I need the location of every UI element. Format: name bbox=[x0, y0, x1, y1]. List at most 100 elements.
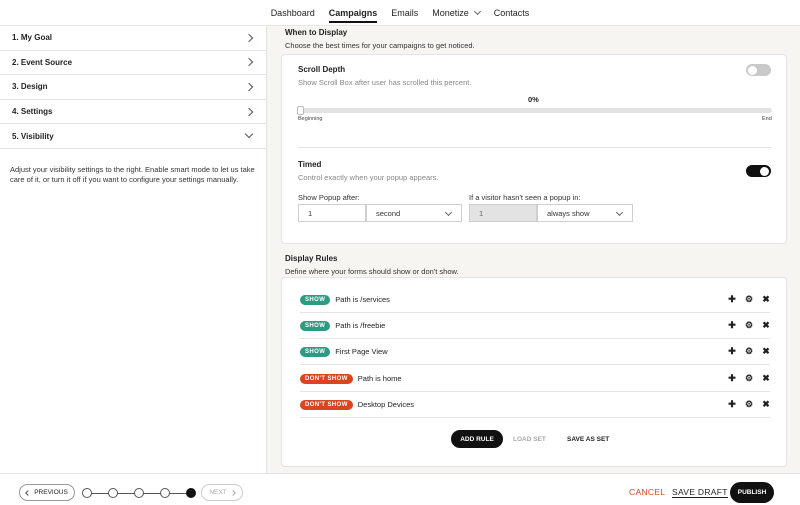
timed-toggle[interactable] bbox=[746, 165, 771, 177]
chevron-right-icon bbox=[229, 489, 236, 496]
timed-desc: Control exactly when your popup appears. bbox=[298, 173, 439, 182]
slider-handle[interactable] bbox=[297, 106, 304, 115]
step-my-goal[interactable]: 1. My Goal bbox=[0, 26, 266, 51]
scroll-depth-slider[interactable] bbox=[297, 106, 772, 115]
show-badge: SHOW bbox=[300, 294, 331, 305]
rule-actions: ✚ ⚙ ✖ bbox=[728, 374, 770, 383]
chevron-right-icon bbox=[244, 33, 254, 43]
previous-label: PREVIOUS bbox=[34, 489, 68, 496]
plus-icon[interactable]: ✚ bbox=[728, 321, 736, 330]
timed-title: Timed bbox=[298, 160, 322, 169]
rule-row: DON'T SHOW Desktop Devices ✚ ⚙ ✖ bbox=[300, 392, 770, 418]
step-label: 3. Design bbox=[12, 82, 48, 92]
close-icon[interactable]: ✖ bbox=[762, 295, 770, 304]
add-rule-button[interactable]: ADD RULE bbox=[451, 430, 503, 448]
rule-text: First Page View bbox=[335, 347, 388, 356]
toggle-knob bbox=[748, 65, 757, 75]
chevron-down-icon bbox=[473, 7, 481, 15]
gear-icon[interactable]: ⚙ bbox=[745, 347, 753, 356]
load-set-button[interactable]: LOAD SET bbox=[513, 430, 546, 448]
visitor-label: If a visitor hasn't seen a popup in: bbox=[469, 193, 581, 202]
rule-row: SHOW Path is /services ✚ ⚙ ✖ bbox=[300, 287, 770, 313]
visitor-interval-input[interactable]: 1 bbox=[469, 204, 537, 222]
gear-icon[interactable]: ⚙ bbox=[745, 400, 753, 409]
close-icon[interactable]: ✖ bbox=[762, 374, 770, 383]
step-label: 1. My Goal bbox=[12, 33, 53, 43]
step-label: 2. Event Source bbox=[12, 57, 73, 67]
bottom-bar: PREVIOUS NEXT CANCEL SAVE DRAFT PUBLISH bbox=[0, 473, 800, 505]
nav-dashboard[interactable]: Dashboard bbox=[264, 0, 322, 26]
gear-icon[interactable]: ⚙ bbox=[745, 321, 753, 330]
dont-show-badge: DON'T SHOW bbox=[300, 373, 353, 384]
when-to-display-subtitle: Choose the best times for your campaigns… bbox=[285, 41, 475, 50]
rule-actions: ✚ ⚙ ✖ bbox=[728, 347, 770, 356]
progress-step-dot bbox=[108, 488, 118, 498]
publish-button[interactable]: PUBLISH bbox=[730, 482, 774, 503]
slider-min-label: Beginning bbox=[298, 116, 323, 122]
visitor-interval-value: 1 bbox=[479, 208, 484, 218]
visitor-interval-select[interactable]: always show bbox=[537, 204, 633, 222]
show-after-value: 1 bbox=[308, 208, 313, 218]
step-progress bbox=[82, 488, 198, 498]
display-rules-subtitle: Define where your forms should show or d… bbox=[285, 267, 459, 276]
progress-step-dot bbox=[160, 488, 170, 498]
show-badge: SHOW bbox=[300, 320, 331, 331]
plus-icon[interactable]: ✚ bbox=[728, 295, 736, 304]
top-nav: Dashboard Campaigns Emails Monetize Cont… bbox=[0, 0, 800, 26]
chevron-left-icon bbox=[25, 489, 32, 496]
show-badge: SHOW bbox=[300, 346, 331, 357]
previous-button[interactable]: PREVIOUS bbox=[19, 484, 75, 501]
show-after-unit-value: second bbox=[376, 208, 401, 218]
chevron-right-icon bbox=[244, 107, 254, 116]
divider bbox=[298, 147, 772, 148]
nav-contacts[interactable]: Contacts bbox=[487, 0, 537, 26]
nav-emails-label: Emails bbox=[391, 7, 419, 18]
rule-text: Desktop Devices bbox=[357, 400, 415, 409]
step-label: 4. Settings bbox=[12, 107, 53, 117]
nav-campaigns[interactable]: Campaigns bbox=[322, 0, 385, 26]
close-icon[interactable]: ✖ bbox=[762, 347, 770, 356]
save-as-set-button[interactable]: SAVE AS SET bbox=[567, 430, 609, 448]
close-icon[interactable]: ✖ bbox=[762, 321, 770, 330]
step-settings[interactable]: 4. Settings bbox=[0, 100, 266, 125]
progress-step-dot bbox=[82, 488, 92, 498]
gear-icon[interactable]: ⚙ bbox=[745, 374, 753, 383]
scroll-depth-title: Scroll Depth bbox=[298, 65, 346, 74]
rule-row: SHOW First Page View ✚ ⚙ ✖ bbox=[300, 339, 770, 365]
step-label: 5. Visibility bbox=[12, 131, 54, 141]
show-after-unit-select[interactable]: second bbox=[366, 204, 462, 222]
rule-text: Path is /freebie bbox=[335, 321, 386, 330]
nav-monetize[interactable]: Monetize bbox=[425, 0, 487, 26]
display-rules-card: SHOW Path is /services ✚ ⚙ ✖ SHOW Path i… bbox=[281, 277, 787, 467]
when-to-display-card: Scroll Depth Show Scroll Box after user … bbox=[281, 54, 787, 244]
next-button[interactable]: NEXT bbox=[201, 484, 243, 501]
step-design[interactable]: 3. Design bbox=[0, 75, 266, 100]
scroll-depth-desc: Show Scroll Box after user has scrolled … bbox=[298, 78, 472, 87]
nav-monetize-label: Monetize bbox=[432, 7, 469, 18]
scroll-depth-toggle[interactable] bbox=[746, 64, 771, 76]
gear-icon[interactable]: ⚙ bbox=[745, 295, 753, 304]
chevron-right-icon bbox=[244, 82, 254, 92]
step-visibility[interactable]: 5. Visibility bbox=[0, 124, 266, 149]
dont-show-badge: DON'T SHOW bbox=[300, 399, 353, 410]
plus-icon[interactable]: ✚ bbox=[728, 347, 736, 356]
visitor-interval-unit-value: always show bbox=[547, 208, 590, 218]
display-rules-title: Display Rules bbox=[285, 254, 338, 263]
rule-actions: ✚ ⚙ ✖ bbox=[728, 321, 770, 330]
chevron-down-icon bbox=[244, 129, 254, 139]
plus-icon[interactable]: ✚ bbox=[728, 374, 736, 383]
rule-text: Path is home bbox=[357, 374, 402, 383]
save-draft-button[interactable]: SAVE DRAFT bbox=[672, 487, 728, 498]
rule-text: Path is /services bbox=[335, 295, 390, 304]
show-after-label: Show Popup after: bbox=[298, 193, 360, 202]
step-event-source[interactable]: 2. Event Source bbox=[0, 51, 266, 76]
plus-icon[interactable]: ✚ bbox=[728, 400, 736, 409]
nav-emails[interactable]: Emails bbox=[384, 0, 425, 26]
close-icon[interactable]: ✖ bbox=[762, 400, 770, 409]
progress-step-dot bbox=[186, 488, 196, 498]
show-after-input[interactable]: 1 bbox=[298, 204, 366, 222]
sidebar: 1. My Goal 2. Event Source 3. Design 4. … bbox=[0, 26, 267, 473]
chevron-down-icon bbox=[444, 208, 453, 217]
cancel-button[interactable]: CANCEL bbox=[629, 487, 665, 497]
progress-step-dot bbox=[134, 488, 144, 498]
